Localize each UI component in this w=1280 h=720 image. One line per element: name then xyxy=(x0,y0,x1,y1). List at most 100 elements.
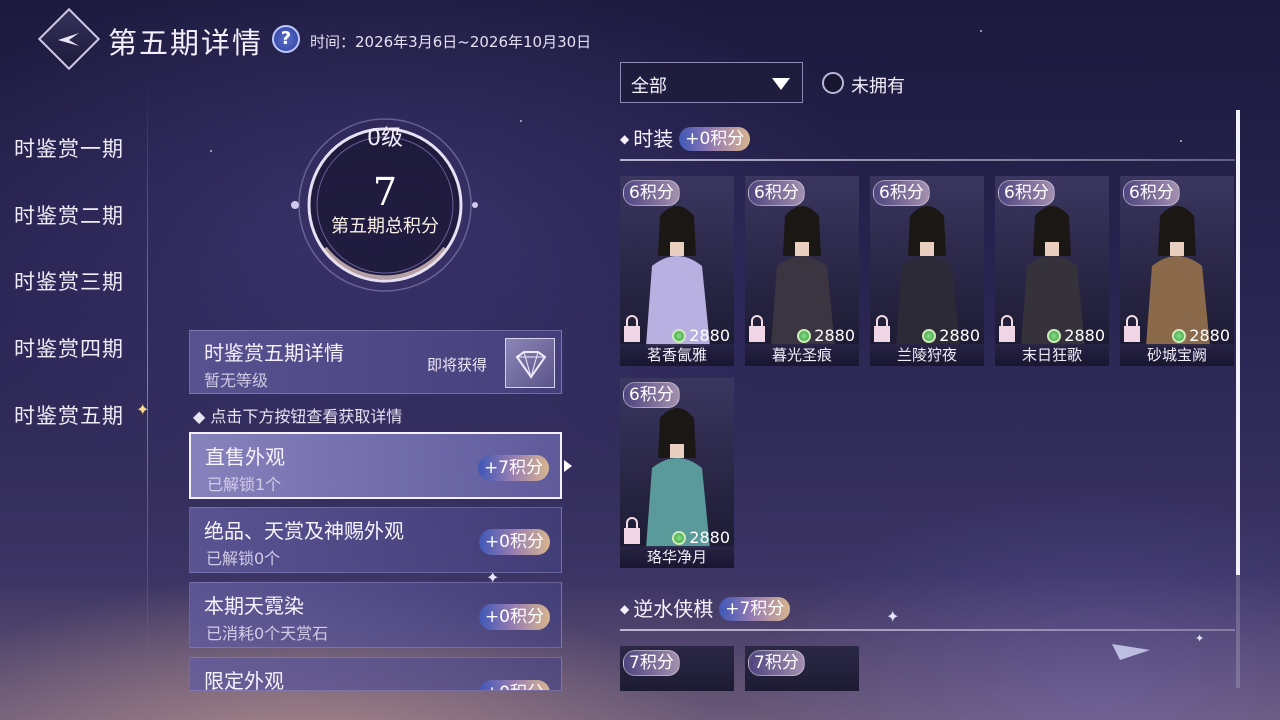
section-points-badge: +7积分 xyxy=(719,597,791,621)
jade-coin-icon xyxy=(797,329,812,343)
category-points-badge: +0积分 xyxy=(478,680,550,690)
selected-arrow-icon xyxy=(564,460,572,472)
outfit-points-badge: 6积分 xyxy=(998,180,1055,206)
lock-icon xyxy=(749,315,765,342)
filter-dropdown[interactable]: 全部 xyxy=(620,62,803,103)
paper-plane-icon xyxy=(1112,644,1150,660)
active-marker-icon: ✦ xyxy=(136,400,150,419)
section-header-fashion: ◆ 时装 +0积分 xyxy=(620,123,751,152)
outfit-price: 2880 xyxy=(672,326,730,345)
category-limited-outfits[interactable]: 限定外观 +0积分 xyxy=(189,657,562,691)
outfit-price: 2880 xyxy=(922,326,980,345)
level-ring: 0级 7 第五期总积分 xyxy=(285,108,485,293)
outfit-card[interactable]: 7积分 xyxy=(620,646,734,691)
outfit-points-badge: 7积分 xyxy=(623,650,680,676)
sidebar-item-period-1[interactable]: 时鉴赏一期 xyxy=(14,133,124,163)
outfit-points-badge: 6积分 xyxy=(1123,180,1180,206)
sparkle-icon: ✦ xyxy=(886,607,900,626)
section-title: 时装 xyxy=(633,127,674,151)
lock-icon xyxy=(624,517,640,544)
category-title: 绝品、天赏及神赐外观 xyxy=(204,519,404,543)
category-title: 限定外观 xyxy=(204,669,284,691)
sidebar-item-period-5[interactable]: 时鉴赏五期 xyxy=(14,400,124,430)
diamond-crest-icon xyxy=(515,351,547,379)
outfit-name: 末日狂歌 xyxy=(995,344,1109,366)
total-score: 7 xyxy=(372,170,398,214)
outfit-card[interactable]: 6积分 2880 茗香氤雅 xyxy=(620,176,734,366)
outfit-price: 2880 xyxy=(672,528,730,547)
outfit-name: 珞华净月 xyxy=(620,546,734,568)
level-value: 0级 xyxy=(367,126,403,151)
unowned-radio[interactable] xyxy=(822,72,844,94)
lock-icon xyxy=(1124,315,1140,342)
scrollbar-thumb[interactable] xyxy=(1236,110,1240,575)
page-title: 第五期详情 xyxy=(108,26,264,60)
filter-selected: 全部 xyxy=(631,76,667,97)
section-title: 逆水侠棋 xyxy=(633,597,714,621)
section-divider xyxy=(620,159,1235,161)
category-title: 直售外观 xyxy=(205,445,285,469)
outfit-name: 茗香氤雅 xyxy=(620,344,734,366)
lock-icon xyxy=(624,315,640,342)
outfit-price: 2880 xyxy=(1172,326,1230,345)
help-button[interactable]: ? xyxy=(272,25,300,53)
chevron-down-icon xyxy=(772,78,790,90)
section-points-badge: +0积分 xyxy=(679,127,751,151)
sparkle-icon: ✦ xyxy=(1195,632,1205,645)
category-dye[interactable]: 本期天霓染 已消耗0个天赏石 +0积分 xyxy=(189,582,562,648)
outfit-points-badge: 6积分 xyxy=(748,180,805,206)
category-status: 已消耗0个天赏石 xyxy=(206,624,329,643)
sidebar-item-period-3[interactable]: 时鉴赏三期 xyxy=(14,266,124,296)
outfit-card[interactable]: 6积分 2880 末日狂歌 xyxy=(995,176,1109,366)
sidebar-item-period-2[interactable]: 时鉴赏二期 xyxy=(14,200,124,230)
jade-coin-icon xyxy=(922,329,937,343)
category-status: 已解锁0个 xyxy=(206,549,281,568)
category-points-badge: +0积分 xyxy=(478,529,550,555)
outfit-points-badge: 6积分 xyxy=(623,180,680,206)
outfit-points-badge: 7积分 xyxy=(748,650,805,676)
outfit-card[interactable]: 6积分 2880 兰陵狩夜 xyxy=(870,176,984,366)
unowned-label[interactable]: 未拥有 xyxy=(851,72,905,98)
outfit-price: 2880 xyxy=(797,326,855,345)
section-divider xyxy=(620,629,1235,631)
category-points-badge: +7积分 xyxy=(477,455,549,481)
back-button[interactable] xyxy=(37,7,101,71)
lock-icon xyxy=(999,315,1015,342)
sidebar-item-period-4[interactable]: 时鉴赏四期 xyxy=(14,333,124,363)
star-decoration xyxy=(980,30,982,32)
jade-coin-icon xyxy=(1172,329,1187,343)
star-decoration xyxy=(1180,140,1182,142)
scrollbar[interactable] xyxy=(1236,110,1240,688)
event-time: 时间：2026年3月6日~2026年10月30日 xyxy=(310,33,592,51)
coming-soon-label: 即将获得 xyxy=(427,356,488,374)
section-header-chess: ◆ 逆水侠棋 +7积分 xyxy=(620,593,791,622)
category-premium-outfits[interactable]: 绝品、天赏及神赐外观 已解锁0个 +0积分 xyxy=(189,507,562,573)
details-level: 暂无等级 xyxy=(204,371,269,390)
jade-coin-icon xyxy=(672,329,687,343)
star-decoration xyxy=(210,150,212,152)
outfit-card[interactable]: 6积分 2880 珞华净月 xyxy=(620,378,734,568)
star-decoration xyxy=(520,120,522,122)
outfit-points-badge: 6积分 xyxy=(873,180,930,206)
category-status: 已解锁1个 xyxy=(207,475,282,494)
total-score-label: 第五期总积分 xyxy=(331,216,439,237)
period-details-card[interactable]: 时鉴赏五期详情 暂无等级 即将获得 xyxy=(189,330,562,394)
details-title: 时鉴赏五期详情 xyxy=(204,341,344,365)
outfit-name: 砂城宝阙 xyxy=(1120,344,1234,366)
category-points-badge: +0积分 xyxy=(478,604,550,630)
jade-coin-icon xyxy=(1047,329,1062,343)
category-title: 本期天霓染 xyxy=(204,594,304,618)
outfit-points-badge: 6积分 xyxy=(623,382,680,408)
category-direct-sale[interactable]: 直售外观 已解锁1个 +7积分 xyxy=(189,432,562,499)
outfit-card[interactable]: 6积分 2880 砂城宝阙 xyxy=(1120,176,1234,366)
outfit-price: 2880 xyxy=(1047,326,1105,345)
reward-preview-button[interactable] xyxy=(505,338,555,388)
lock-icon xyxy=(874,315,890,342)
jade-coin-icon xyxy=(672,531,687,545)
sidebar-divider xyxy=(147,78,148,668)
back-arrow-icon xyxy=(58,33,79,46)
outfit-card[interactable]: 7积分 xyxy=(745,646,859,691)
outfit-name: 暮光圣痕 xyxy=(745,344,859,366)
outfit-card[interactable]: 6积分 2880 暮光圣痕 xyxy=(745,176,859,366)
outfit-name: 兰陵狩夜 xyxy=(870,344,984,366)
